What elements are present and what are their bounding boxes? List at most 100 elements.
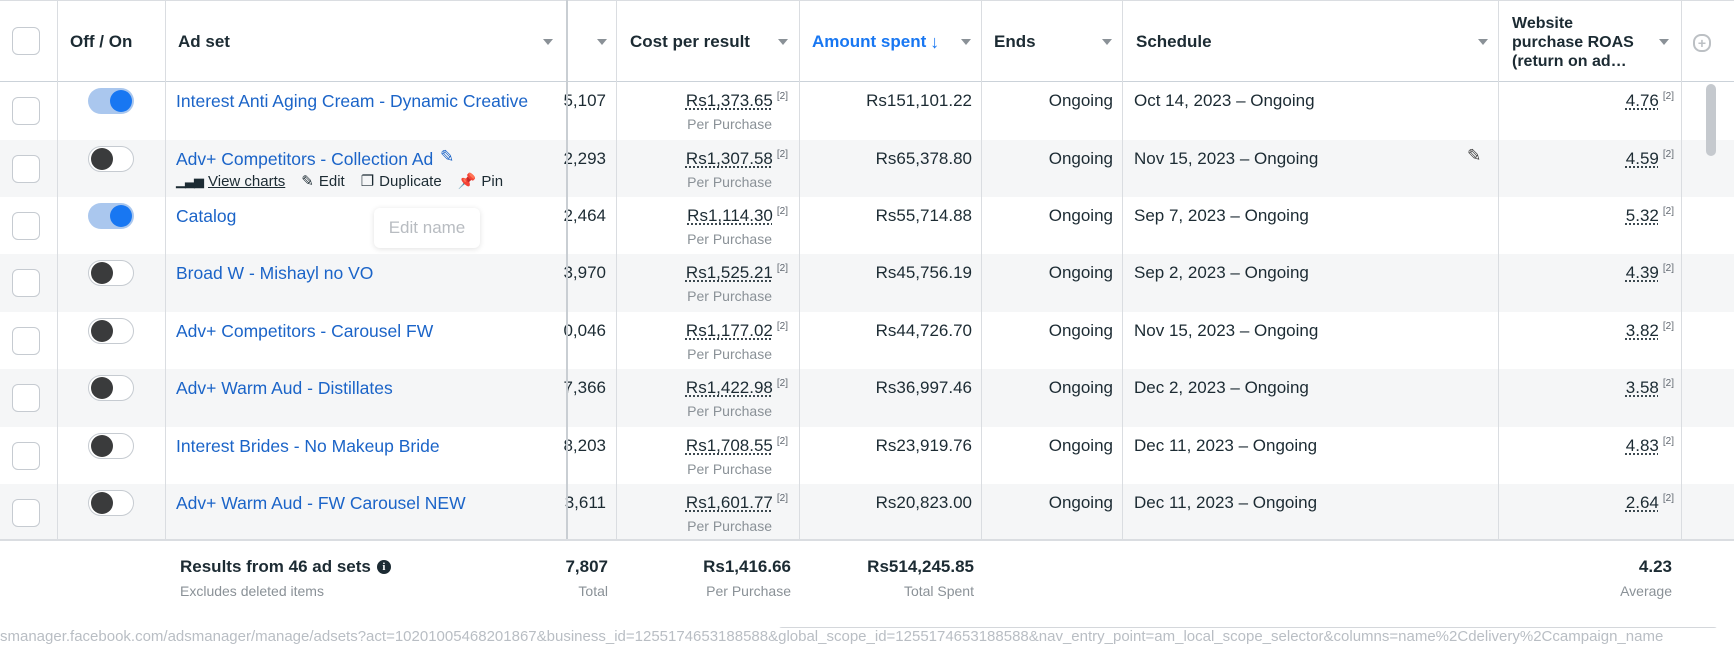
results-value: 2,293 [563, 149, 606, 168]
attribution-footnote: [2] [776, 263, 788, 274]
ad-set-name-link[interactable]: Adv+ Competitors - Carousel FW [176, 321, 433, 342]
roas-value: 4.39 [1625, 263, 1659, 282]
ends-value: Ongoing [1048, 91, 1113, 110]
pin-button[interactable]: 📌 Pin [457, 172, 503, 191]
toggle-knob [91, 377, 113, 399]
row-checkbox[interactable] [12, 269, 40, 297]
ad-set-name-link[interactable]: Adv+ Warm Aud - FW Carousel NEW [176, 493, 466, 514]
column-divider [981, 1, 982, 83]
delivery-toggle[interactable] [88, 433, 134, 459]
chevron-down-icon[interactable] [1102, 39, 1112, 45]
footer-cost-per-result: Rs1,416.66 [703, 557, 791, 576]
edit-button[interactable]: ✎ Edit [301, 172, 344, 191]
column-divider [1681, 1, 1682, 83]
row-checkbox[interactable] [12, 97, 40, 125]
chevron-down-icon[interactable] [1478, 39, 1488, 45]
delivery-toggle[interactable] [88, 88, 134, 114]
select-all-checkbox[interactable] [12, 27, 40, 55]
ends-value: Ongoing [1048, 263, 1113, 282]
schedule-value: Oct 14, 2023 – Ongoing [1134, 91, 1315, 110]
column-divider [1498, 1, 1499, 83]
status-bar-url: smanager.facebook.com/adsmanager/manage/… [0, 628, 1734, 649]
ad-sets-table: Off / On Ad set Cost per result Amount s… [0, 0, 1734, 649]
amount-spent-value: Rs23,919.76 [875, 436, 972, 455]
table-row[interactable]: Broad W - Mishayl no VO 3,970 Rs1,525.21 [2… [0, 254, 1734, 312]
delivery-toggle[interactable] [88, 203, 134, 229]
results-value: 2,464 [563, 206, 606, 225]
ends-value: Ongoing [1048, 149, 1113, 168]
edit-schedule-pencil-icon[interactable]: ✎ [1467, 146, 1481, 166]
column-header-off-on[interactable]: Off / On [70, 1, 132, 83]
delivery-toggle[interactable] [88, 375, 134, 401]
table-header: Off / On Ad set Cost per result Amount s… [0, 0, 1734, 83]
cost-per-result-value: Rs1,114.30 [687, 206, 773, 225]
row-checkbox[interactable] [12, 384, 40, 412]
ends-value: Ongoing [1048, 436, 1113, 455]
table-row[interactable]: Interest Anti Aging Cream - Dynamic Crea… [0, 82, 1734, 140]
footer-cost-per-result-label: Per Purchase [706, 583, 791, 599]
delivery-toggle[interactable] [88, 490, 134, 516]
duplicate-button[interactable]: ❐ Duplicate [361, 172, 442, 191]
row-checkbox[interactable] [12, 442, 40, 470]
roas-value: 4.59 [1625, 149, 1659, 168]
column-header-ad-set[interactable]: Ad set [178, 1, 230, 83]
edit-name-pencil-icon[interactable]: ✎ [440, 147, 454, 167]
vertical-scrollbar-thumb[interactable] [1706, 84, 1716, 156]
table-row[interactable]: Adv+ Warm Aud - FW Carousel NEW 3,611 Rs1,… [0, 484, 1734, 539]
schedule-value: Nov 15, 2023 – Ongoing [1134, 321, 1319, 340]
view-charts-button[interactable]: ▁▃▅ View charts [176, 173, 285, 190]
table-row[interactable]: Adv+ Warm Aud - Distillates 7,366 Rs1,422.… [0, 369, 1734, 427]
ad-set-name-link[interactable]: Adv+ Warm Aud - Distillates [176, 378, 393, 399]
column-header-schedule[interactable]: Schedule [1136, 1, 1212, 83]
results-value: 0,046 [563, 321, 606, 340]
roas-header-line: (return on ad… [1512, 52, 1627, 70]
footer-roas-label: Average [1620, 583, 1672, 599]
delivery-toggle[interactable] [88, 146, 134, 172]
chevron-down-icon[interactable] [543, 39, 553, 45]
row-checkbox[interactable] [12, 155, 40, 183]
sort-descending-icon: ↓ [930, 31, 940, 52]
ends-value: Ongoing [1048, 206, 1113, 225]
column-header-amount-spent[interactable]: Amount spent ↓ [812, 1, 939, 83]
chevron-down-icon[interactable] [597, 39, 607, 45]
chevron-down-icon[interactable] [1659, 39, 1669, 45]
column-header-cost-per-result[interactable]: Cost per result [630, 1, 750, 83]
toggle-knob [91, 148, 113, 170]
attribution-footnote: [2] [1662, 206, 1674, 217]
info-icon[interactable]: i [376, 560, 391, 574]
row-checkbox[interactable] [12, 212, 40, 240]
attribution-footnote: [2] [1662, 378, 1674, 389]
table-row[interactable]: Interest Brides - No Makeup Bride 8,203 Rs… [0, 427, 1734, 484]
ad-set-name-link[interactable]: Interest Anti Aging Cream - Dynamic Crea… [176, 91, 528, 112]
column-header-ends[interactable]: Ends [994, 1, 1036, 83]
footer-title: Results from 46 ad sets [180, 557, 371, 576]
column-header-roas[interactable]: Website purchase ROAS (return on ad… [1512, 1, 1634, 83]
ad-set-name-link[interactable]: Interest Brides - No Makeup Bride [176, 436, 440, 457]
toggle-knob [110, 205, 132, 227]
row-checkbox[interactable] [12, 327, 40, 355]
attribution-footnote: [2] [1662, 493, 1674, 504]
table-row[interactable]: Adv+ Competitors - Carousel FW 0,046 Rs1,1… [0, 312, 1734, 369]
ad-set-name-link[interactable]: Broad W - Mishayl no VO [176, 263, 373, 284]
delivery-toggle[interactable] [88, 318, 134, 344]
column-divider [1122, 1, 1123, 83]
attribution-footnote: [2] [1662, 91, 1674, 102]
pin-icon: 📌 [457, 173, 477, 190]
chevron-down-icon[interactable] [961, 39, 971, 45]
add-column-icon[interactable]: + [1693, 34, 1711, 52]
delivery-toggle[interactable] [88, 260, 134, 286]
ad-set-name-link[interactable]: Adv+ Competitors - Collection Ad [176, 149, 433, 170]
column-divider [799, 1, 800, 83]
attribution-footnote: [2] [1662, 263, 1674, 274]
schedule-value: Sep 7, 2023 – Ongoing [1134, 206, 1309, 225]
attribution-footnote: [2] [1662, 321, 1674, 332]
chevron-down-icon[interactable] [778, 39, 788, 45]
toggle-knob [110, 90, 132, 112]
toggle-knob [91, 320, 113, 342]
ends-value: Ongoing [1048, 321, 1113, 340]
toggle-knob [91, 492, 113, 514]
row-checkbox[interactable] [12, 499, 40, 527]
ad-set-name-link[interactable]: Catalog [176, 206, 236, 227]
attribution-footnote: [2] [1662, 436, 1674, 447]
table-row[interactable]: Catalog 2,464 Rs1,114.30 [2] Per Purchase Rs5… [0, 197, 1734, 254]
